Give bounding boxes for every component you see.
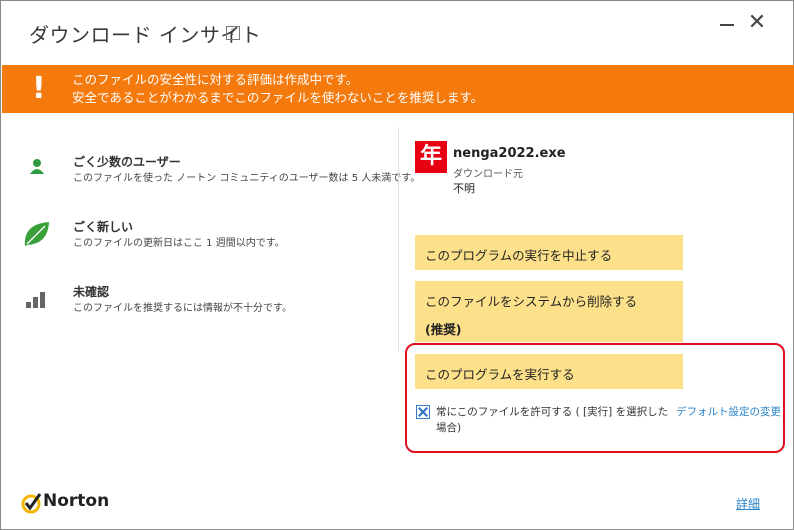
change-default-settings-link[interactable]: デフォルト設定の変更 — [676, 404, 781, 419]
factor-heading: 未確認 — [73, 285, 110, 299]
warning-banner: ! このファイルの安全性に対する評価は作成中です。 安全であることがわかるまでこ… — [2, 65, 794, 113]
warning-message: このファイルの安全性に対する評価は作成中です。 安全であることがわかるまでこのフ… — [72, 71, 483, 107]
minimize-button[interactable] — [716, 13, 738, 35]
factor-description: このファイルの更新日はここ 1 週間以内です。 — [73, 238, 285, 249]
checkmark-icon — [21, 493, 42, 514]
download-insight-window: ダウンロード インサイト ? ✕ ! このファイルの安全性に対する評価は作成中で… — [0, 0, 794, 530]
exclamation-icon: ! — [32, 71, 46, 106]
file-icon: 年 — [415, 141, 447, 173]
recommended-label: (推奨) — [425, 322, 462, 337]
column-divider — [398, 127, 399, 352]
download-source-label: ダウンロード元 — [453, 169, 523, 180]
run-program-label: このプログラムを実行する — [425, 367, 575, 382]
remove-file-label: このファイルをシステムから削除する — [425, 294, 638, 309]
download-source-value: 不明 — [453, 182, 475, 195]
question-mark-icon[interactable]: ? — [226, 26, 240, 40]
run-program-button[interactable]: このプログラムを実行する — [415, 354, 683, 389]
warning-line-1: このファイルの安全性に対する評価は作成中です。 — [72, 72, 359, 87]
allow-always-label[interactable]: 常にこのファイルを許可する ( [実行] を選択した場合) — [436, 404, 676, 436]
norton-logo: Norton — [21, 491, 121, 515]
stop-program-label: このプログラムの実行を中止する — [425, 248, 613, 263]
file-name: nenga2022.exe — [453, 146, 566, 161]
stop-program-button[interactable]: このプログラムの実行を中止する — [415, 235, 683, 270]
logo-text: Norton — [43, 491, 110, 511]
warning-line-2: 安全であることがわかるまでこのファイルを使わないことを推奨します。 — [72, 90, 484, 105]
factor-description: このファイルを推奨するには情報が不十分です。 — [73, 303, 292, 314]
factor-description: このファイルを使った ノートン コミュニティのユーザー数は 5 人未満です。 — [73, 173, 421, 184]
user-icon — [30, 159, 44, 174]
details-link[interactable]: 詳細 — [736, 495, 760, 512]
allow-always-checkbox[interactable] — [416, 405, 430, 419]
factor-heading: ごく新しい — [73, 220, 134, 234]
signal-bars-icon — [26, 292, 45, 308]
factor-heading: ごく少数のユーザー — [73, 155, 181, 169]
remove-file-button[interactable]: このファイルをシステムから削除する (推奨) — [415, 281, 683, 342]
leaf-icon — [24, 222, 49, 246]
close-button[interactable]: ✕ — [746, 11, 768, 35]
